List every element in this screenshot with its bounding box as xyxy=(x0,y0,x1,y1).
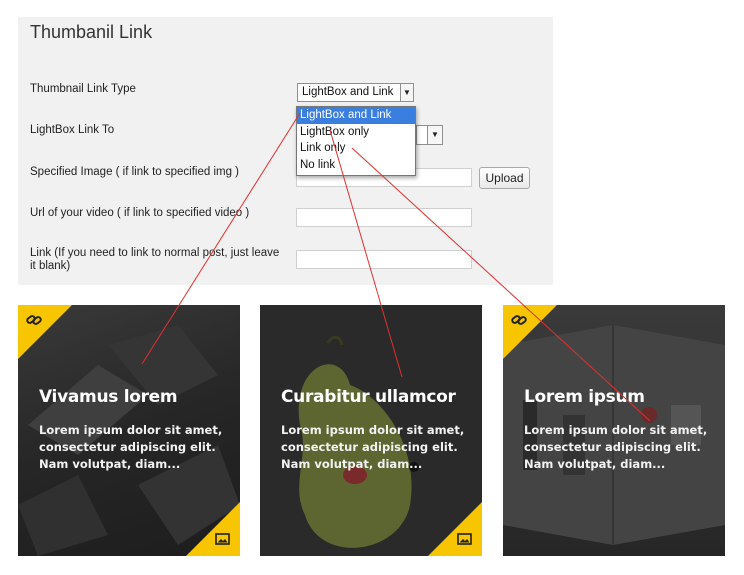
link-icon[interactable] xyxy=(26,313,42,327)
thumbnail-link-panel: Thumbanil Link Thumbnail Link Type Light… xyxy=(18,17,553,285)
option-no-link[interactable]: No link xyxy=(297,157,415,174)
card-description: Lorem ipsum dolor sit amet, consectetur … xyxy=(524,423,708,471)
card-description: Lorem ipsum dolor sit amet, consectetur … xyxy=(281,423,465,471)
lightbox-link-select[interactable]: ▼ xyxy=(416,125,443,145)
specified-image-label: Specified Image ( if link to specified i… xyxy=(30,166,240,178)
card-title[interactable]: Curabitur ullamcor xyxy=(281,387,456,407)
portfolio-card-curabitur[interactable]: Curabitur ullamcor Lorem ipsum dolor sit… xyxy=(260,305,482,556)
card-description: Lorem ipsum dolor sit amet, consectetur … xyxy=(39,423,223,471)
link-type-dropdown[interactable]: LightBox and Link LightBox only Link onl… xyxy=(296,106,416,176)
link-type-label: Thumbnail Link Type xyxy=(30,83,136,95)
link-input[interactable] xyxy=(296,250,472,269)
video-url-input[interactable] xyxy=(296,208,472,227)
panel-title: Thumbanil Link xyxy=(30,22,153,42)
chevron-down-icon[interactable]: ▼ xyxy=(427,126,442,144)
video-url-label: Url of your video ( if link to specified… xyxy=(30,207,250,219)
chevron-down-icon[interactable]: ▼ xyxy=(400,84,413,101)
card-title[interactable]: Lorem ipsum xyxy=(524,387,645,407)
portfolio-card-lorem[interactable]: Lorem ipsum Lorem ipsum dolor sit amet, … xyxy=(503,305,725,556)
link-type-select[interactable]: LightBox and Link ▼ xyxy=(297,83,414,102)
link-icon[interactable] xyxy=(511,313,527,327)
link-label: Link (If you need to link to normal post… xyxy=(30,247,280,272)
portfolio-card-vivamus[interactable]: Vivamus lorem Lorem ipsum dolor sit amet… xyxy=(18,305,240,556)
lightbox-link-label: LightBox Link To xyxy=(30,124,115,136)
image-icon[interactable] xyxy=(215,533,230,545)
option-lightbox-only[interactable]: LightBox only xyxy=(297,124,415,141)
card-title[interactable]: Vivamus lorem xyxy=(39,387,178,407)
link-type-select-value: LightBox and Link xyxy=(302,86,394,98)
image-icon[interactable] xyxy=(457,533,472,545)
upload-button[interactable]: Upload xyxy=(479,167,530,189)
option-lightbox-and-link[interactable]: LightBox and Link xyxy=(297,107,415,124)
option-link-only[interactable]: Link only xyxy=(297,140,415,157)
